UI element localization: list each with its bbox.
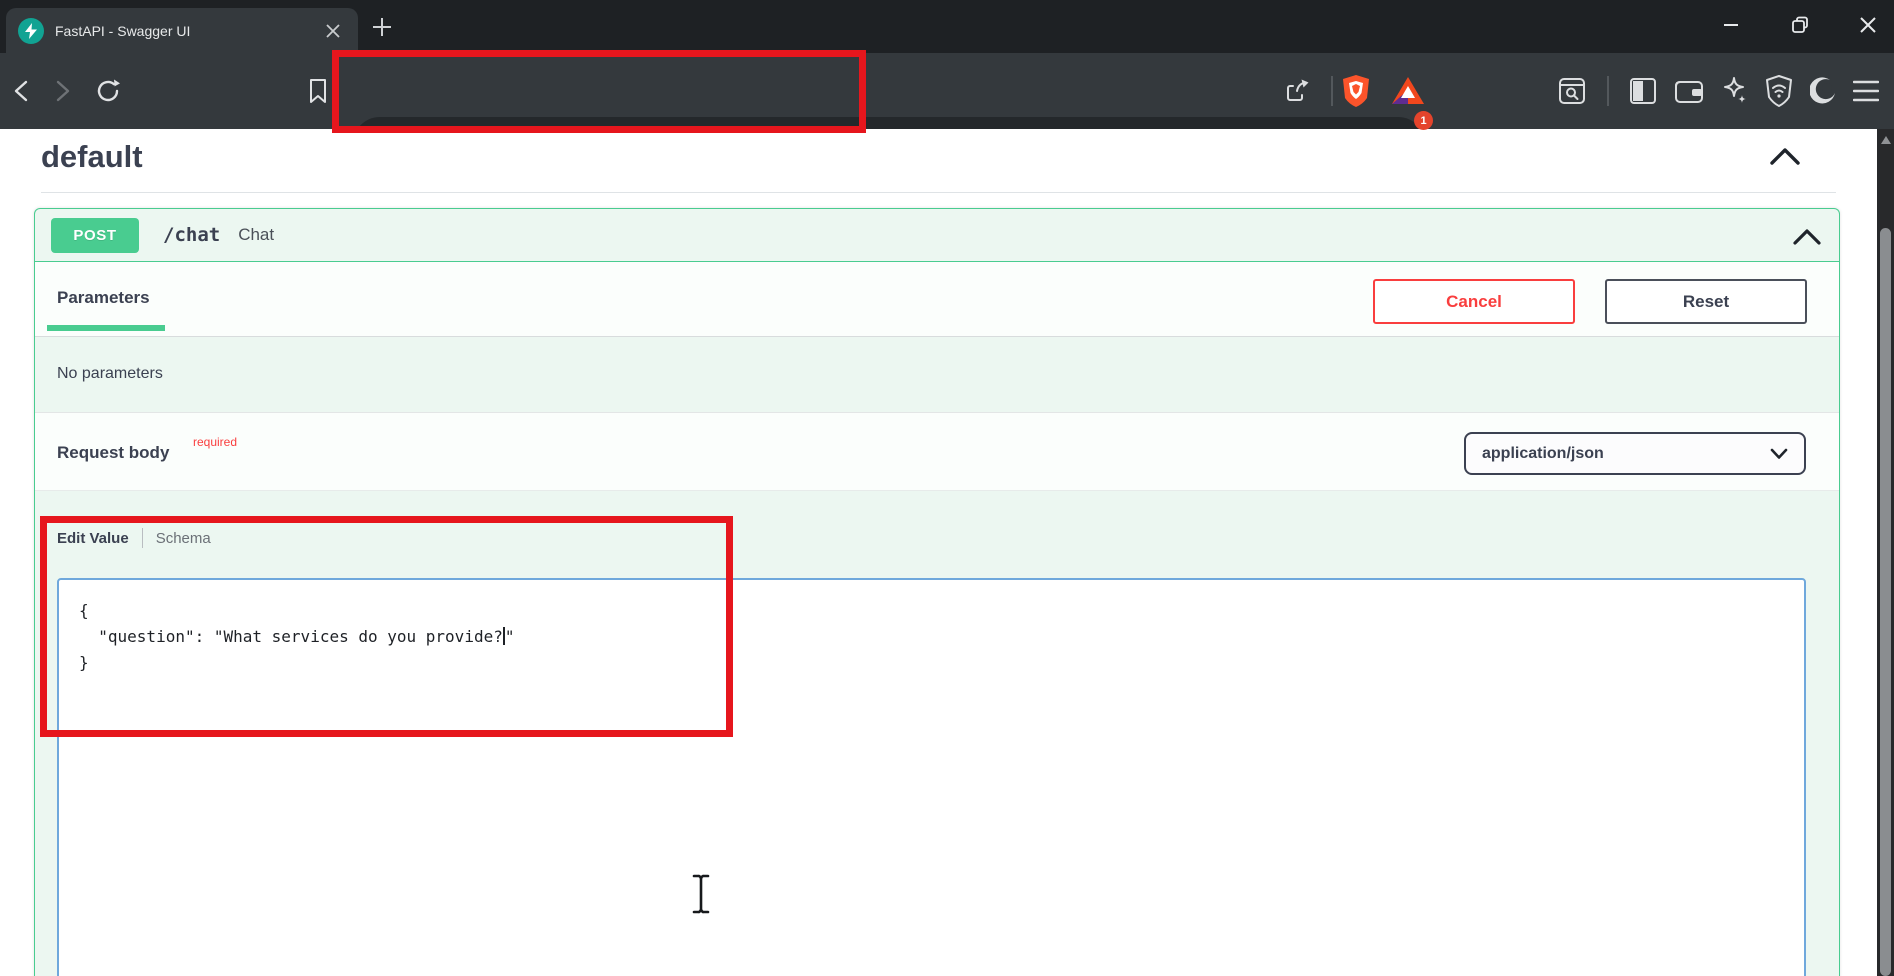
request-body-heading: Request body — [57, 443, 169, 463]
opblock-collapse-icon[interactable] — [1793, 228, 1821, 245]
fastapi-favicon-icon — [18, 18, 44, 44]
json-line: "question": "What services do you provid… — [79, 624, 1784, 650]
section-collapse-icon[interactable] — [1770, 147, 1800, 165]
wallet-icon[interactable] — [1674, 77, 1704, 105]
no-parameters-text: No parameters — [57, 365, 163, 383]
content-type-value: application/json — [1482, 445, 1604, 463]
rewards-badge: 1 — [1414, 111, 1433, 130]
method-badge: POST — [51, 218, 139, 253]
no-parameters-row: No parameters — [35, 337, 1839, 412]
chevron-down-icon — [1770, 448, 1788, 460]
search-in-page-icon[interactable] — [1558, 77, 1586, 105]
brave-rewards-icon[interactable] — [1391, 76, 1425, 106]
reload-icon[interactable] — [95, 78, 121, 104]
crescent-icon[interactable] — [1810, 77, 1838, 105]
section-divider — [41, 192, 1836, 193]
endpoint-summary: Chat — [238, 225, 274, 245]
tab-title: FastAPI - Swagger UI — [55, 23, 285, 39]
json-line: { — [79, 598, 1784, 624]
tab-close-icon[interactable] — [326, 24, 340, 38]
section-title: default — [41, 139, 143, 175]
reset-button[interactable]: Reset — [1605, 279, 1807, 324]
scrollbar-thumb[interactable] — [1880, 228, 1891, 976]
request-body-textarea[interactable]: { "question": "What services do you prov… — [57, 578, 1806, 976]
parameters-heading: Parameters — [57, 288, 150, 308]
new-tab-icon[interactable] — [371, 16, 393, 38]
leo-sparkle-icon[interactable] — [1720, 76, 1750, 106]
content-type-select[interactable]: application/json — [1464, 432, 1806, 475]
tab-schema[interactable]: Schema — [156, 530, 211, 547]
toolbar-divider — [1331, 76, 1333, 106]
scrollbar-up-arrow-icon[interactable] — [1881, 136, 1891, 144]
vpn-shield-icon[interactable] — [1765, 75, 1793, 107]
share-icon[interactable] — [1284, 78, 1310, 104]
json-line: } — [79, 650, 1784, 676]
minimize-button[interactable] — [1700, 0, 1762, 50]
close-button[interactable] — [1837, 0, 1894, 50]
brave-shield-icon[interactable] — [1341, 74, 1371, 108]
json-line2-after: " — [505, 627, 515, 646]
body-editor-tabs: Edit Value Schema — [57, 528, 211, 548]
tab-edit-value[interactable]: Edit Value — [57, 530, 129, 547]
swagger-page: default POST /chat Chat Parameters Cance… — [0, 129, 1877, 976]
parameters-tab-underline — [47, 325, 165, 331]
browser-window: FastAPI - Swagger UI — [0, 0, 1894, 976]
back-icon[interactable] — [11, 79, 33, 103]
bookmark-icon[interactable] — [308, 78, 328, 104]
parameters-section-header: Parameters Cancel Reset — [35, 262, 1839, 337]
restore-button[interactable] — [1769, 0, 1831, 50]
cancel-button[interactable]: Cancel — [1373, 279, 1575, 324]
sidebar-icon[interactable] — [1629, 77, 1657, 105]
toolbar-divider-2 — [1607, 76, 1609, 106]
endpoint-path: /chat — [163, 224, 220, 246]
json-line2-before: "question": "What services do you provid… — [79, 627, 503, 646]
forward-icon[interactable] — [51, 79, 73, 103]
opblock-post-chat: POST /chat Chat Parameters Cancel Reset … — [34, 208, 1840, 976]
browser-toolbar: 127.0.0.1:8000/docs#/default/chat_chat_p… — [0, 53, 1894, 129]
tab-bar: FastAPI - Swagger UI — [0, 0, 1894, 53]
tab-fastapi-swagger[interactable]: FastAPI - Swagger UI — [6, 8, 358, 53]
required-label: required — [193, 435, 237, 449]
request-body-section-header: Request body required application/json — [35, 412, 1839, 491]
opblock-header[interactable]: POST /chat Chat — [35, 209, 1839, 262]
menu-icon[interactable] — [1853, 80, 1879, 102]
tab-separator — [142, 528, 143, 548]
